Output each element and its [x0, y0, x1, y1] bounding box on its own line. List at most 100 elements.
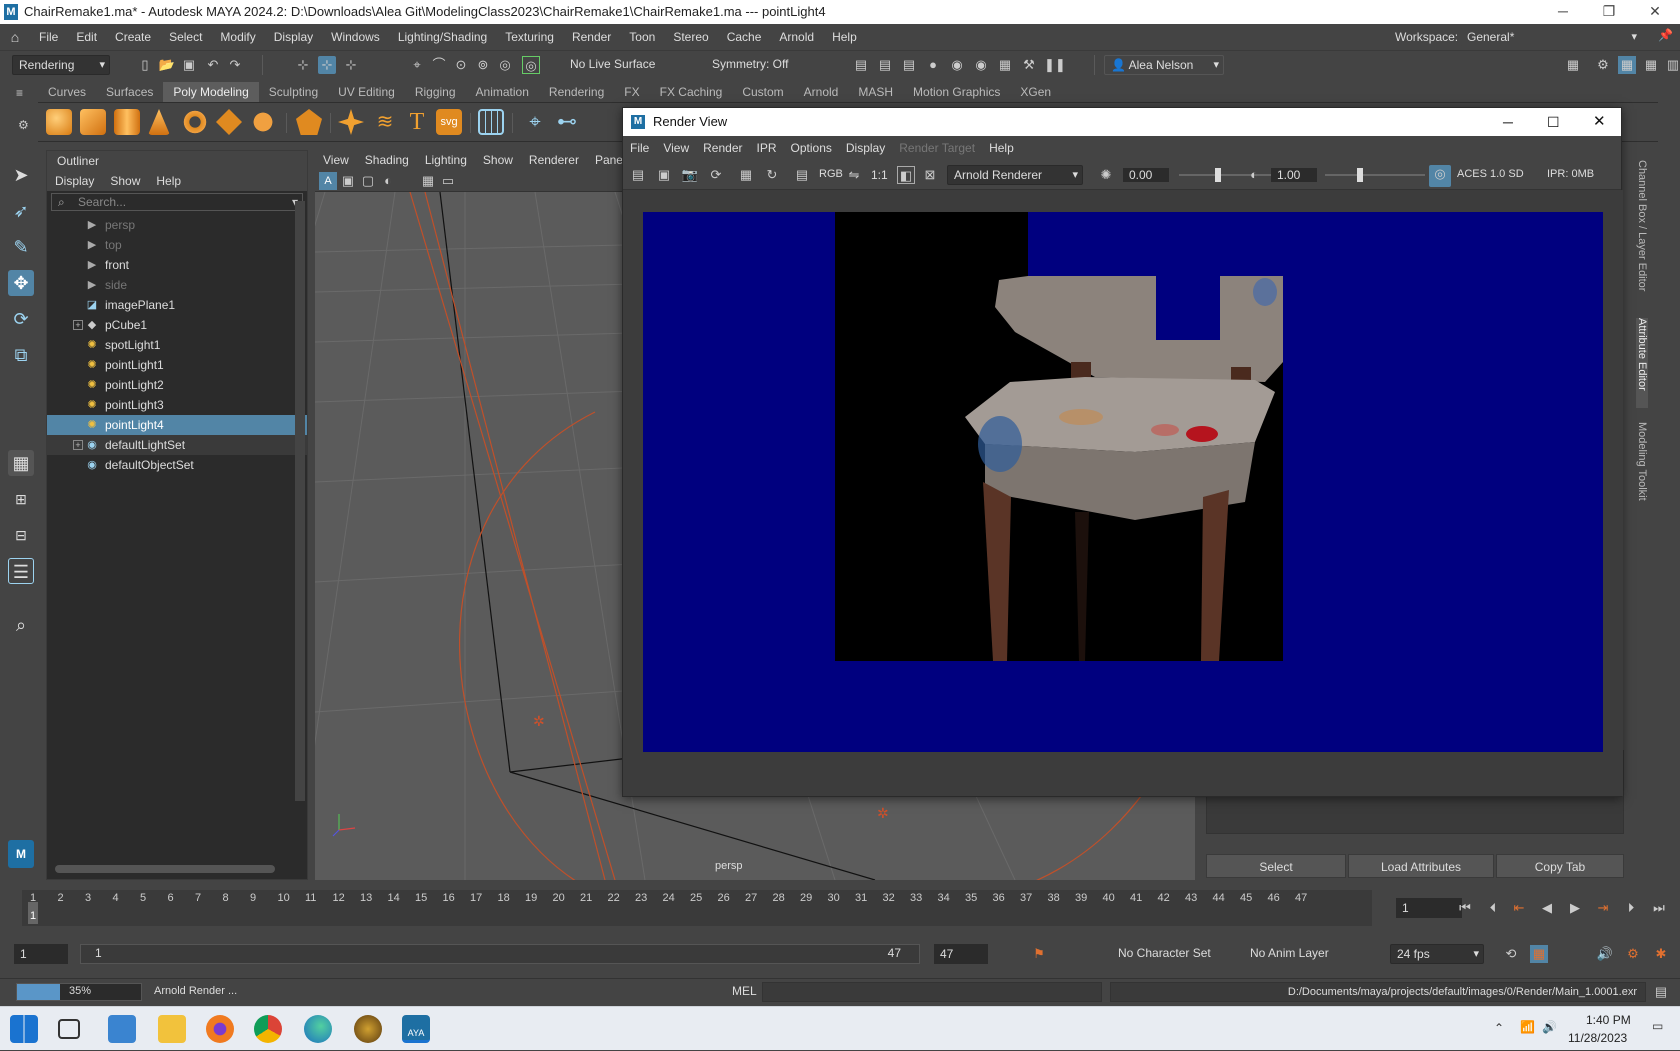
keep-image-icon[interactable]: ↻: [763, 166, 781, 184]
single-pane-icon[interactable]: ▦: [8, 450, 34, 476]
two-pane-icon[interactable]: ⊟: [8, 522, 34, 548]
outliner-item[interactable]: + ◉ defaultLightSet: [47, 435, 307, 455]
outliner-hscrollbar[interactable]: [55, 865, 275, 873]
render-menu-render[interactable]: Render: [696, 136, 749, 160]
menu-toon[interactable]: Toon: [620, 24, 664, 50]
volume-icon[interactable]: 🔊: [1542, 1020, 1557, 1034]
menu-cache[interactable]: Cache: [718, 24, 771, 50]
select-camera-icon[interactable]: A: [319, 172, 337, 190]
shelf-tab-fx-caching[interactable]: FX Caching: [650, 82, 733, 102]
gamma-slider[interactable]: [1325, 168, 1425, 182]
gamma-slider-handle[interactable]: [1357, 168, 1363, 182]
command-input[interactable]: [762, 982, 1102, 1002]
menu-select[interactable]: Select: [160, 24, 211, 50]
cache-playback-icon[interactable]: ▦: [1530, 945, 1548, 963]
open-scene-icon[interactable]: 📂: [158, 56, 176, 74]
shelf-tab-sculpting[interactable]: Sculpting: [259, 82, 328, 102]
script-editor-icon[interactable]: ▤: [1652, 983, 1670, 1001]
menu-stereo[interactable]: Stereo: [664, 24, 717, 50]
outliner-item[interactable]: ◪ imagePlane1: [47, 295, 307, 315]
grid-tool-icon[interactable]: [478, 109, 504, 135]
close-icon[interactable]: ✕: [1593, 108, 1606, 136]
scale-tool-icon[interactable]: ⧉: [8, 342, 34, 368]
outliner-search-input[interactable]: ⌕ Search... ▾: [51, 193, 303, 211]
select-button[interactable]: Select: [1206, 854, 1346, 878]
lasso-tool-icon[interactable]: ➶: [8, 198, 34, 224]
menu-display[interactable]: Display: [265, 24, 322, 50]
clock-date[interactable]: 11/28/2023: [1568, 1031, 1627, 1045]
shelf-tab-uv-editing[interactable]: UV Editing: [328, 82, 405, 102]
notification-icon[interactable]: ▭: [1652, 1019, 1663, 1033]
firefox-icon[interactable]: [206, 1015, 234, 1043]
connect-tool-icon[interactable]: ⊷: [554, 109, 580, 135]
snap-curve-icon[interactable]: ⌒: [430, 56, 448, 74]
anim-layer-dropdown[interactable]: No Anim Layer: [1250, 946, 1329, 960]
shelf-tab-curves[interactable]: Curves: [38, 82, 96, 102]
viewport-menu-view[interactable]: View: [315, 150, 357, 170]
go-to-start-icon[interactable]: ⏮: [1456, 899, 1474, 917]
attribute-editor-icon[interactable]: ⚙: [1594, 56, 1612, 74]
rotate-tool-icon[interactable]: ⟳: [8, 306, 34, 332]
copy-tab-button[interactable]: Copy Tab: [1496, 854, 1624, 878]
modeling-toolkit-icon[interactable]: ▦: [1564, 56, 1582, 74]
shelf-tab-xgen[interactable]: XGen: [1010, 82, 1061, 102]
menu-edit[interactable]: Edit: [67, 24, 106, 50]
minimize-icon[interactable]: ─: [1540, 0, 1586, 24]
render-region-icon[interactable]: ▤: [876, 56, 894, 74]
ipr-refresh-icon[interactable]: ⟳: [707, 166, 725, 184]
viewport-menu-lighting[interactable]: Lighting: [417, 150, 475, 170]
character-set-dropdown[interactable]: No Character Set: [1118, 946, 1211, 960]
snap-grid-icon[interactable]: ⌖: [408, 56, 426, 74]
maya-taskbar-icon[interactable]: AYA: [402, 1015, 430, 1043]
target-weld-icon[interactable]: ⌖: [522, 109, 548, 135]
color-space-label[interactable]: ACES 1.0 SD: [1457, 168, 1524, 180]
color-management-icon[interactable]: ◎: [1429, 165, 1451, 187]
poly-cylinder-icon[interactable]: [114, 109, 140, 135]
type-tool-icon[interactable]: T: [404, 109, 430, 135]
remove-image-icon[interactable]: ⊠: [921, 166, 939, 184]
film-gate-icon[interactable]: ▭: [439, 172, 457, 190]
outliner-scrollbar[interactable]: [295, 201, 305, 801]
hypershade-icon[interactable]: ◉: [948, 56, 966, 74]
light-editor-icon[interactable]: ▦: [996, 56, 1014, 74]
prev-key-icon[interactable]: ⇤: [1510, 899, 1528, 917]
live-surface-label[interactable]: No Live Surface: [570, 57, 655, 71]
select-object-icon[interactable]: ⊹: [318, 56, 336, 74]
sweep-mesh-icon[interactable]: ≋: [372, 109, 398, 135]
snap-view-icon[interactable]: ⊚: [474, 56, 492, 74]
pause-icon[interactable]: ❚❚: [1044, 56, 1066, 74]
side-tab-attribute-editor[interactable]: Attribute Editor: [1636, 318, 1648, 408]
render-region-icon[interactable]: ▣: [655, 166, 673, 184]
shelf-tab-fx[interactable]: FX: [614, 82, 649, 102]
one-to-one-button[interactable]: 1:1: [871, 168, 888, 182]
app-icon[interactable]: [354, 1015, 382, 1043]
outliner-menu-show[interactable]: Show: [102, 171, 148, 191]
gamma-icon[interactable]: ◐: [1245, 166, 1263, 184]
render-image-area[interactable]: [623, 190, 1623, 796]
render-menu-display[interactable]: Display: [839, 136, 892, 160]
outliner-item[interactable]: ◉ defaultObjectSet: [47, 455, 307, 475]
play-forward-icon[interactable]: ▶: [1566, 899, 1584, 917]
poly-cone-icon[interactable]: [148, 109, 170, 135]
search-icon[interactable]: ⌕: [8, 612, 34, 638]
animation-start-field[interactable]: 1: [14, 944, 68, 964]
render-frame-icon[interactable]: ▤: [793, 166, 811, 184]
go-to-end-icon[interactable]: ⏭: [1650, 899, 1668, 917]
paint-select-icon[interactable]: ✎: [8, 234, 34, 260]
poly-sphere-icon[interactable]: [46, 109, 72, 135]
render-menu-options[interactable]: Options: [784, 136, 839, 160]
minimize-icon[interactable]: ─: [1503, 108, 1513, 136]
select-component-icon[interactable]: ⊹: [342, 56, 360, 74]
arnold-tool-icon[interactable]: ⚒: [1020, 56, 1038, 74]
poly-cube-icon[interactable]: [80, 109, 106, 135]
viewport-menu-show[interactable]: Show: [475, 150, 521, 170]
home-icon[interactable]: ⌂: [0, 29, 30, 45]
shelf-tab-surfaces[interactable]: Surfaces: [96, 82, 163, 102]
exposure-slider[interactable]: [1179, 168, 1279, 182]
ipr-icon[interactable]: ▦: [737, 166, 755, 184]
maximize-icon[interactable]: ☐: [1547, 108, 1560, 136]
menu-lighting-shading[interactable]: Lighting/Shading: [389, 24, 496, 50]
bookmark-icon[interactable]: ▢: [359, 172, 377, 190]
auto-key-icon[interactable]: ⚑: [1030, 945, 1048, 963]
renderer-dropdown[interactable]: Arnold Renderer: [947, 165, 1083, 185]
